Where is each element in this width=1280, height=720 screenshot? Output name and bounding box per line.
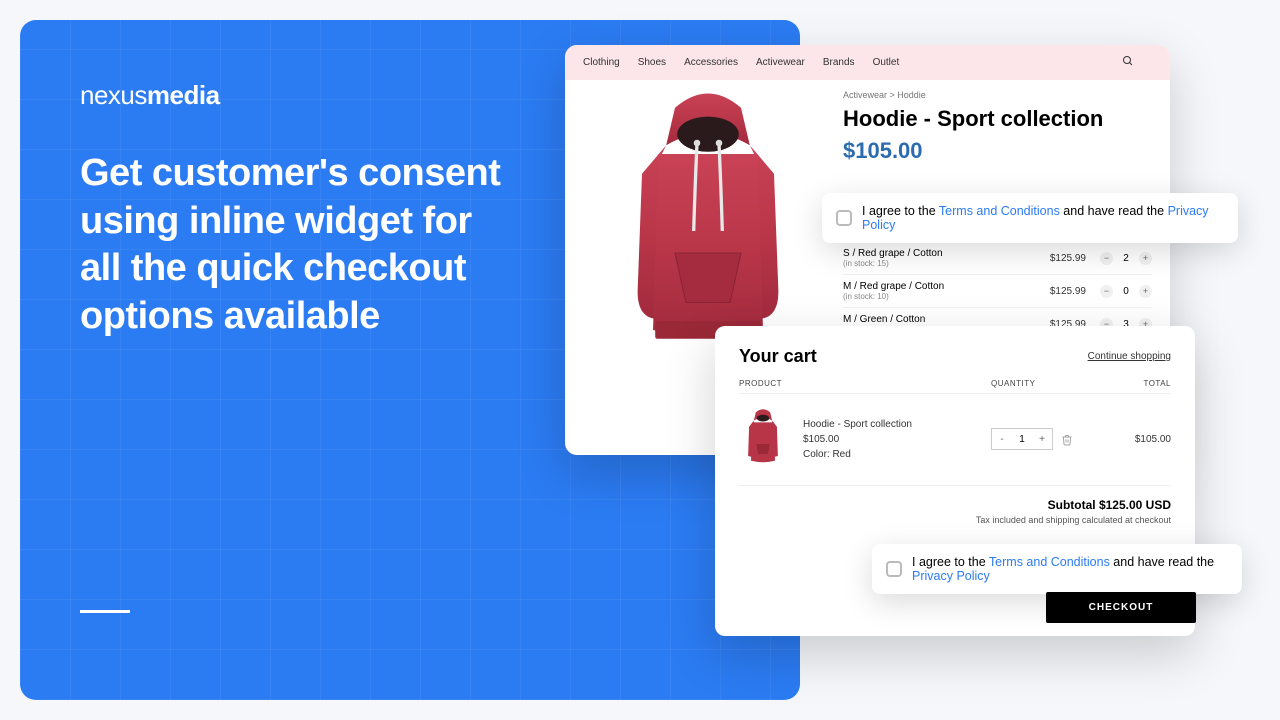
checkout-button[interactable]: CHECKOUT xyxy=(1046,592,1196,623)
qty-value: 0 xyxy=(1121,286,1131,297)
qty-decrease-button[interactable]: − xyxy=(1100,252,1113,265)
cart-line-item: Hoodie - Sport collection $105.00 Color:… xyxy=(739,394,1171,486)
product-price: $105.00 xyxy=(843,138,1152,164)
consent-text: I agree to the Terms and Conditions and … xyxy=(862,204,1224,232)
nav-item[interactable]: Shoes xyxy=(638,57,666,68)
cart-item-info: Hoodie - Sport collection $105.00 Color:… xyxy=(803,417,991,462)
cart-item-total: $105.00 xyxy=(1121,434,1171,445)
search-icon[interactable] xyxy=(1122,55,1134,70)
nav-item[interactable]: Activewear xyxy=(756,57,805,68)
privacy-link[interactable]: Privacy Policy xyxy=(912,569,990,583)
product-title: Hoodie - Sport collection xyxy=(843,106,1152,132)
consent-widget-product: I agree to the Terms and Conditions and … xyxy=(822,193,1238,243)
terms-link[interactable]: Terms and Conditions xyxy=(989,555,1110,569)
nav-item[interactable]: Accessories xyxy=(684,57,738,68)
cart-qty-value: 1 xyxy=(1012,429,1032,449)
store-nav: Clothing Shoes Accessories Activewear Br… xyxy=(565,45,1170,80)
tax-note: Tax included and shipping calculated at … xyxy=(739,515,1171,525)
cart-qty-decrease-button[interactable]: - xyxy=(992,429,1012,449)
brand-logo: nexusmedia xyxy=(80,80,220,111)
cart-column-headers: PRODUCT QUANTITY TOTAL xyxy=(739,379,1171,394)
consent-widget-cart: I agree to the Terms and Conditions and … xyxy=(872,544,1242,594)
cart-subtotal: Subtotal $125.00 USD xyxy=(739,498,1171,512)
variant-row: M / Red grape / Cotton(in stock: 10) $12… xyxy=(843,275,1152,308)
nav-item[interactable]: Brands xyxy=(823,57,855,68)
cart-qty-stepper: - 1 + xyxy=(991,428,1053,450)
consent-checkbox[interactable] xyxy=(886,561,902,577)
cart-item-image xyxy=(739,408,789,471)
product-image xyxy=(583,80,833,352)
cart-title: Your cart xyxy=(739,346,817,367)
qty-decrease-button[interactable]: − xyxy=(1100,285,1113,298)
continue-shopping-link[interactable]: Continue shopping xyxy=(1088,351,1171,362)
consent-checkbox[interactable] xyxy=(836,210,852,226)
breadcrumb[interactable]: Activewear > Hoddie xyxy=(843,90,1152,100)
terms-link[interactable]: Terms and Conditions xyxy=(939,204,1060,218)
decorative-underline xyxy=(80,610,130,613)
qty-value: 2 xyxy=(1121,253,1131,264)
nav-item[interactable]: Clothing xyxy=(583,57,620,68)
qty-increase-button[interactable]: + xyxy=(1139,252,1152,265)
nav-item[interactable]: Outlet xyxy=(873,57,900,68)
promo-headline: Get customer's consent using inline widg… xyxy=(80,150,510,340)
remove-item-icon[interactable] xyxy=(1061,433,1073,445)
consent-text: I agree to the Terms and Conditions and … xyxy=(912,555,1228,583)
variant-row: S / Red grape / Cotton(in stock: 15) $12… xyxy=(843,242,1152,275)
qty-increase-button[interactable]: + xyxy=(1139,285,1152,298)
cart-qty-increase-button[interactable]: + xyxy=(1032,429,1052,449)
